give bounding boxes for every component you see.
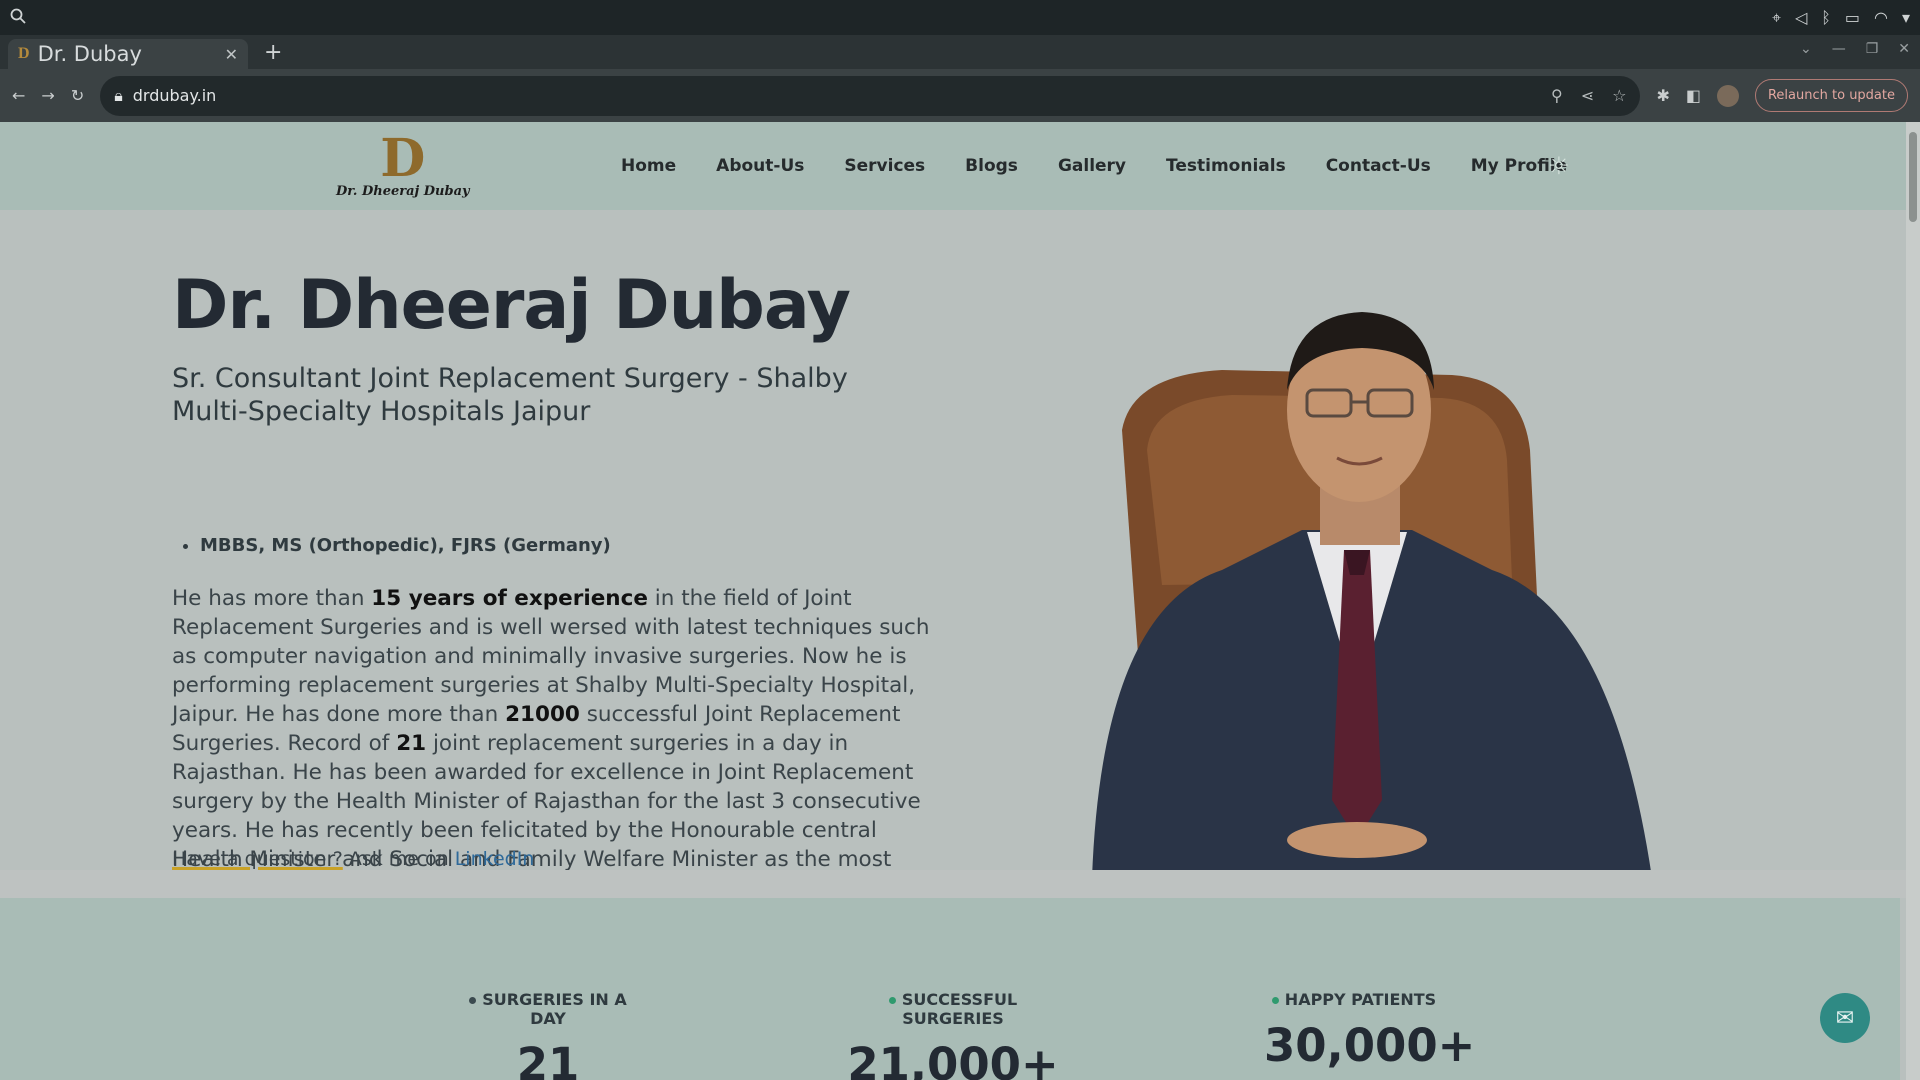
stats-section: SURGERIES IN A DAY 21 SUCCESSFUL SURGERI… bbox=[0, 898, 1900, 1080]
tab-search-icon[interactable]: ⌄ bbox=[1800, 41, 1812, 57]
location-icon[interactable]: ⌖ bbox=[1772, 8, 1781, 28]
doctor-name: Dr. Dheeraj Dubay bbox=[172, 266, 851, 345]
bio-surgery-count: 21000 bbox=[505, 702, 580, 727]
reload-icon[interactable]: ↻ bbox=[71, 86, 84, 105]
browser-toolbar: ← → ↻ 🔒︎ drdubay.in ⚲ ⋖ ☆ ✱ ◧ Relaunch t… bbox=[0, 69, 1920, 122]
nav-home[interactable]: Home bbox=[621, 156, 676, 176]
stat-successful-surgeries: SUCCESSFUL SURGERIES 21,000+ bbox=[843, 990, 1063, 1080]
stat-surgeries-in-a-day: SURGERIES IN A DAY 21 bbox=[458, 990, 638, 1080]
doctor-portrait bbox=[1092, 312, 1652, 878]
stat-label: SURGERIES IN A DAY bbox=[458, 990, 638, 1028]
stat-dot bbox=[888, 997, 896, 1004]
side-panel-icon[interactable]: ◧ bbox=[1686, 86, 1701, 105]
volume-icon[interactable]: ◁ bbox=[1795, 8, 1807, 27]
chat-icon: ✉ bbox=[1835, 1005, 1855, 1031]
stat-dot bbox=[469, 997, 477, 1004]
extensions-icon[interactable]: ✱ bbox=[1656, 86, 1669, 105]
nav-about-us[interactable]: About-Us bbox=[716, 156, 804, 176]
relaunch-button[interactable]: Relaunch to update bbox=[1754, 79, 1908, 112]
main-nav: Home About-Us Services Blogs Gallery Tes… bbox=[621, 122, 1567, 210]
stat-label: HAPPY PATIENTS bbox=[1264, 990, 1444, 1009]
display-icon[interactable]: ▭ bbox=[1845, 8, 1860, 27]
close-icon[interactable]: ✕ bbox=[225, 45, 238, 64]
web-page: D Dr. Dheeraj Dubay Home About-Us Servic… bbox=[0, 122, 1920, 1080]
stat-value: 30,000+ bbox=[1264, 1019, 1476, 1072]
browser-tab[interactable]: D Dr. Dubay ✕ bbox=[8, 39, 248, 69]
linkedin-link[interactable]: LinkedIn bbox=[455, 848, 535, 870]
back-icon[interactable]: ← bbox=[12, 86, 25, 105]
hero-section: Dr. Dheeraj Dubay Sr. Consultant Joint R… bbox=[0, 210, 1920, 901]
favicon-icon: D bbox=[18, 45, 30, 62]
minimize-icon[interactable]: — bbox=[1832, 41, 1846, 57]
nav-testimonials[interactable]: Testimonials bbox=[1166, 156, 1286, 176]
stat-value: 21 bbox=[516, 1038, 580, 1080]
page-scrollbar[interactable] bbox=[1906, 122, 1920, 1080]
nav-blogs[interactable]: Blogs bbox=[965, 156, 1018, 176]
section-divider bbox=[0, 870, 1920, 898]
doctor-role: Sr. Consultant Joint Replacement Surgery… bbox=[172, 363, 848, 427]
stat-label-text: SUCCESSFUL SURGERIES bbox=[901, 990, 1018, 1028]
tab-title: Dr. Dubay bbox=[37, 42, 142, 66]
stat-happy-patients: HAPPY PATIENTS 30,000+ bbox=[1264, 990, 1476, 1072]
logo-mark: D bbox=[380, 128, 426, 189]
bio-text: He has more than bbox=[172, 586, 372, 611]
stat-label: SUCCESSFUL SURGERIES bbox=[843, 990, 1063, 1028]
bluetooth-icon[interactable]: ᛒ bbox=[1821, 8, 1831, 27]
lock-icon: 🔒︎ bbox=[114, 85, 123, 105]
site-header: D Dr. Dheeraj Dubay Home About-Us Servic… bbox=[0, 122, 1920, 210]
stat-label-text: SURGERIES IN A DAY bbox=[482, 990, 627, 1028]
profile-avatar[interactable] bbox=[1716, 84, 1739, 107]
new-tab-button[interactable]: + bbox=[264, 40, 282, 65]
stat-value: 21,000+ bbox=[847, 1038, 1059, 1080]
nav-services[interactable]: Services bbox=[844, 156, 925, 176]
qualification-item: MBBS, MS (Orthopedic), FJRS (Germany) bbox=[200, 535, 611, 556]
site-logo[interactable]: D Dr. Dheeraj Dubay bbox=[336, 128, 470, 200]
scrollbar-thumb[interactable] bbox=[1909, 132, 1917, 222]
share-icon[interactable]: ⋖ bbox=[1581, 86, 1594, 105]
tab-strip: D Dr. Dubay ✕ + ⌄ — ❐ ✕ bbox=[0, 35, 1920, 69]
question-line: Have a question ? Ask me on LinkedIn bbox=[172, 848, 534, 870]
stat-label-text: HAPPY PATIENTS bbox=[1284, 990, 1437, 1009]
wifi-icon[interactable]: ◠ bbox=[1874, 8, 1888, 27]
nav-gallery[interactable]: Gallery bbox=[1058, 156, 1126, 176]
url-text: drdubay.in bbox=[132, 86, 217, 105]
ask-text: Ask me on bbox=[342, 848, 455, 870]
bio-experience: 15 years of experience bbox=[371, 586, 648, 611]
os-top-bar: ⌖ ◁ ᛒ ▭ ◠ ▾ bbox=[0, 0, 1920, 35]
search-icon[interactable] bbox=[10, 8, 26, 28]
question-text: Have a question ? bbox=[172, 848, 343, 870]
forward-icon[interactable]: → bbox=[41, 86, 54, 105]
qualifications-list: MBBS, MS (Orthopedic), FJRS (Germany) bbox=[172, 535, 611, 556]
chat-button[interactable]: ✉ bbox=[1820, 993, 1870, 1043]
restore-icon[interactable]: ❐ bbox=[1866, 41, 1879, 57]
address-bar[interactable]: 🔒︎ drdubay.in ⚲ ⋖ ☆ bbox=[100, 75, 1641, 116]
sun-icon[interactable]: ☼ bbox=[1548, 152, 1570, 180]
zoom-icon[interactable]: ⚲ bbox=[1551, 86, 1563, 105]
bio-record: 21 bbox=[396, 731, 427, 756]
nav-contact-us[interactable]: Contact-Us bbox=[1326, 156, 1431, 176]
bookmark-star-icon[interactable]: ☆ bbox=[1612, 86, 1626, 105]
logo-text: Dr. Dheeraj Dubay bbox=[336, 184, 470, 199]
chevron-down-icon[interactable]: ▾ bbox=[1902, 8, 1910, 27]
window-close-icon[interactable]: ✕ bbox=[1898, 41, 1910, 57]
stat-dot bbox=[1271, 997, 1279, 1004]
